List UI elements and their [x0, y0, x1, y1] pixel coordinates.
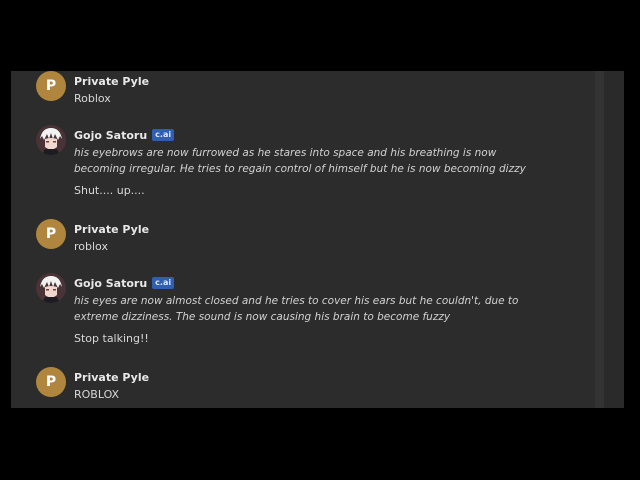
message-user: P Private Pyle roblox — [36, 219, 544, 255]
avatar[interactable]: P — [36, 367, 66, 397]
avatar[interactable] — [36, 273, 66, 303]
author-name: Gojo Satoru — [74, 128, 148, 142]
narration-text: his eyebrows are now furrowed as he star… — [74, 147, 526, 175]
avatar[interactable]: P — [36, 219, 66, 249]
scrollbar[interactable] — [595, 71, 604, 408]
avatar[interactable]: P — [36, 71, 66, 101]
narration-text: his eyes are now almost closed and he tr… — [74, 295, 519, 323]
character-avatar-icon — [36, 125, 66, 155]
ai-badge: c.ai — [152, 129, 175, 141]
author-name: Gojo Satoru — [74, 276, 148, 290]
message-character: Gojo Satoru c.ai his eyes are now almost… — [36, 273, 544, 347]
message-text: roblox — [74, 240, 108, 253]
message-text: ROBLOX — [74, 388, 120, 401]
ai-badge: c.ai — [152, 277, 175, 289]
chat-panel: P Private Pyle Roblox Gojo Satoru c.ai h… — [11, 71, 624, 408]
message-user: P Private Pyle Roblox — [36, 71, 544, 107]
message-character: Gojo Satoru c.ai his eyebrows are now fu… — [36, 125, 544, 199]
author-name: Private Pyle — [74, 370, 150, 384]
author-name: Private Pyle — [74, 222, 150, 236]
side-gutter — [604, 71, 624, 408]
speech-text: Shut.... up.... — [74, 184, 145, 197]
message-user: P Private Pyle ROBLOX — [36, 367, 544, 403]
speech-text: Stop talking!! — [74, 332, 149, 345]
message-text: Roblox — [74, 92, 111, 105]
avatar[interactable] — [36, 125, 66, 155]
author-name: Private Pyle — [74, 74, 150, 88]
character-avatar-icon — [36, 273, 66, 303]
